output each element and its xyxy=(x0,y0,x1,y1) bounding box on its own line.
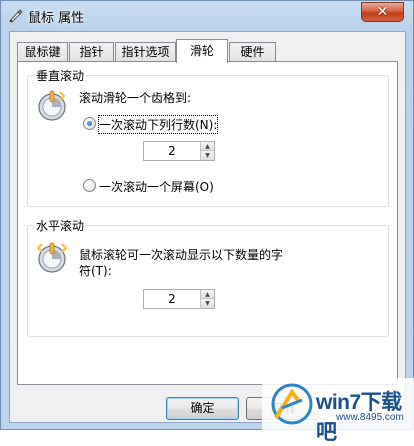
mouse-properties-window: 鼠标 属性 ✕ 鼠标键 指针 指针选项 滑轮 硬件 垂直滚动 滚动滑轮一个齿格到… xyxy=(0,0,414,430)
lines-per-notch-input[interactable] xyxy=(144,142,200,160)
dialog-client-area: 鼠标键 指针 指针选项 滑轮 硬件 垂直滚动 滚动滑轮一个齿格到: 一次滚动下列… xyxy=(9,31,406,423)
close-icon: ✕ xyxy=(376,4,389,20)
wheel-tab-panel: 垂直滚动 滚动滑轮一个齿格到: 一次滚动下列行数(N): 2 ▲ ▼ 一次滚动一… xyxy=(17,61,398,385)
radio-scroll-screen[interactable] xyxy=(83,179,96,192)
chars-per-tilt-input[interactable] xyxy=(144,290,200,308)
tab-hardware[interactable]: 硬件 xyxy=(229,42,276,62)
mouse-properties-icon xyxy=(7,8,23,24)
vertical-scroll-title: 垂直滚动 xyxy=(34,67,87,84)
ok-button[interactable]: 确定 xyxy=(166,397,239,420)
arrow-down-icon: ▼ xyxy=(205,300,210,307)
chars-spinner-up[interactable]: ▲ xyxy=(200,290,214,299)
tab-pointer-options[interactable]: 指针选项 xyxy=(115,42,176,62)
close-button[interactable]: ✕ xyxy=(361,2,404,22)
vertical-scroll-group: 垂直滚动 滚动滑轮一个齿格到: 一次滚动下列行数(N): 2 ▲ ▼ 一次滚动一… xyxy=(27,67,389,207)
horizontal-scroll-prompt-line2: 符(T): xyxy=(79,264,112,278)
title-bar[interactable]: 鼠标 属性 ✕ xyxy=(1,1,413,31)
window-title: 鼠标 属性 xyxy=(28,11,85,26)
tab-pointers[interactable]: 指针 xyxy=(69,42,114,62)
arrow-up-icon: ▲ xyxy=(205,291,210,298)
mouse-wheel-icon xyxy=(36,88,70,122)
chars-spinner-buttons: ▲ ▼ xyxy=(200,290,214,308)
scroll-screen-label[interactable]: 一次滚动一个屏幕(O) xyxy=(99,178,214,195)
radio-scroll-lines[interactable] xyxy=(83,117,96,130)
chars-per-tilt-spinner[interactable]: ▲ ▼ xyxy=(143,289,215,309)
vertical-scroll-prompt: 滚动滑轮一个齿格到: xyxy=(79,91,192,105)
scroll-lines-label[interactable]: 一次滚动下列行数(N): xyxy=(97,115,219,134)
tab-wheel[interactable]: 滑轮 xyxy=(176,39,228,63)
watermark-url: www.8495.com xyxy=(336,412,404,423)
lines-spinner-buttons: ▲ ▼ xyxy=(200,142,214,160)
tab-buttons[interactable]: 鼠标键 xyxy=(17,42,68,62)
horizontal-scroll-group: 水平滚动 鼠标滚轮可一次滚动显示以下数量的字 符(T): 2 ▲ ▼ xyxy=(27,217,389,337)
lines-per-notch-spinner[interactable]: ▲ ▼ xyxy=(143,141,215,161)
lines-spinner-down[interactable]: ▼ xyxy=(200,151,214,160)
lines-spinner-up[interactable]: ▲ xyxy=(200,142,214,151)
mouse-wheel-horizontal-icon xyxy=(36,240,70,274)
horizontal-scroll-title: 水平滚动 xyxy=(34,217,87,234)
horizontal-scroll-prompt-line1: 鼠标滚轮可一次滚动显示以下数量的字 xyxy=(79,248,284,262)
arrow-up-icon: ▲ xyxy=(205,143,210,150)
chars-spinner-down[interactable]: ▼ xyxy=(200,299,214,308)
arrow-down-icon: ▼ xyxy=(205,152,210,159)
